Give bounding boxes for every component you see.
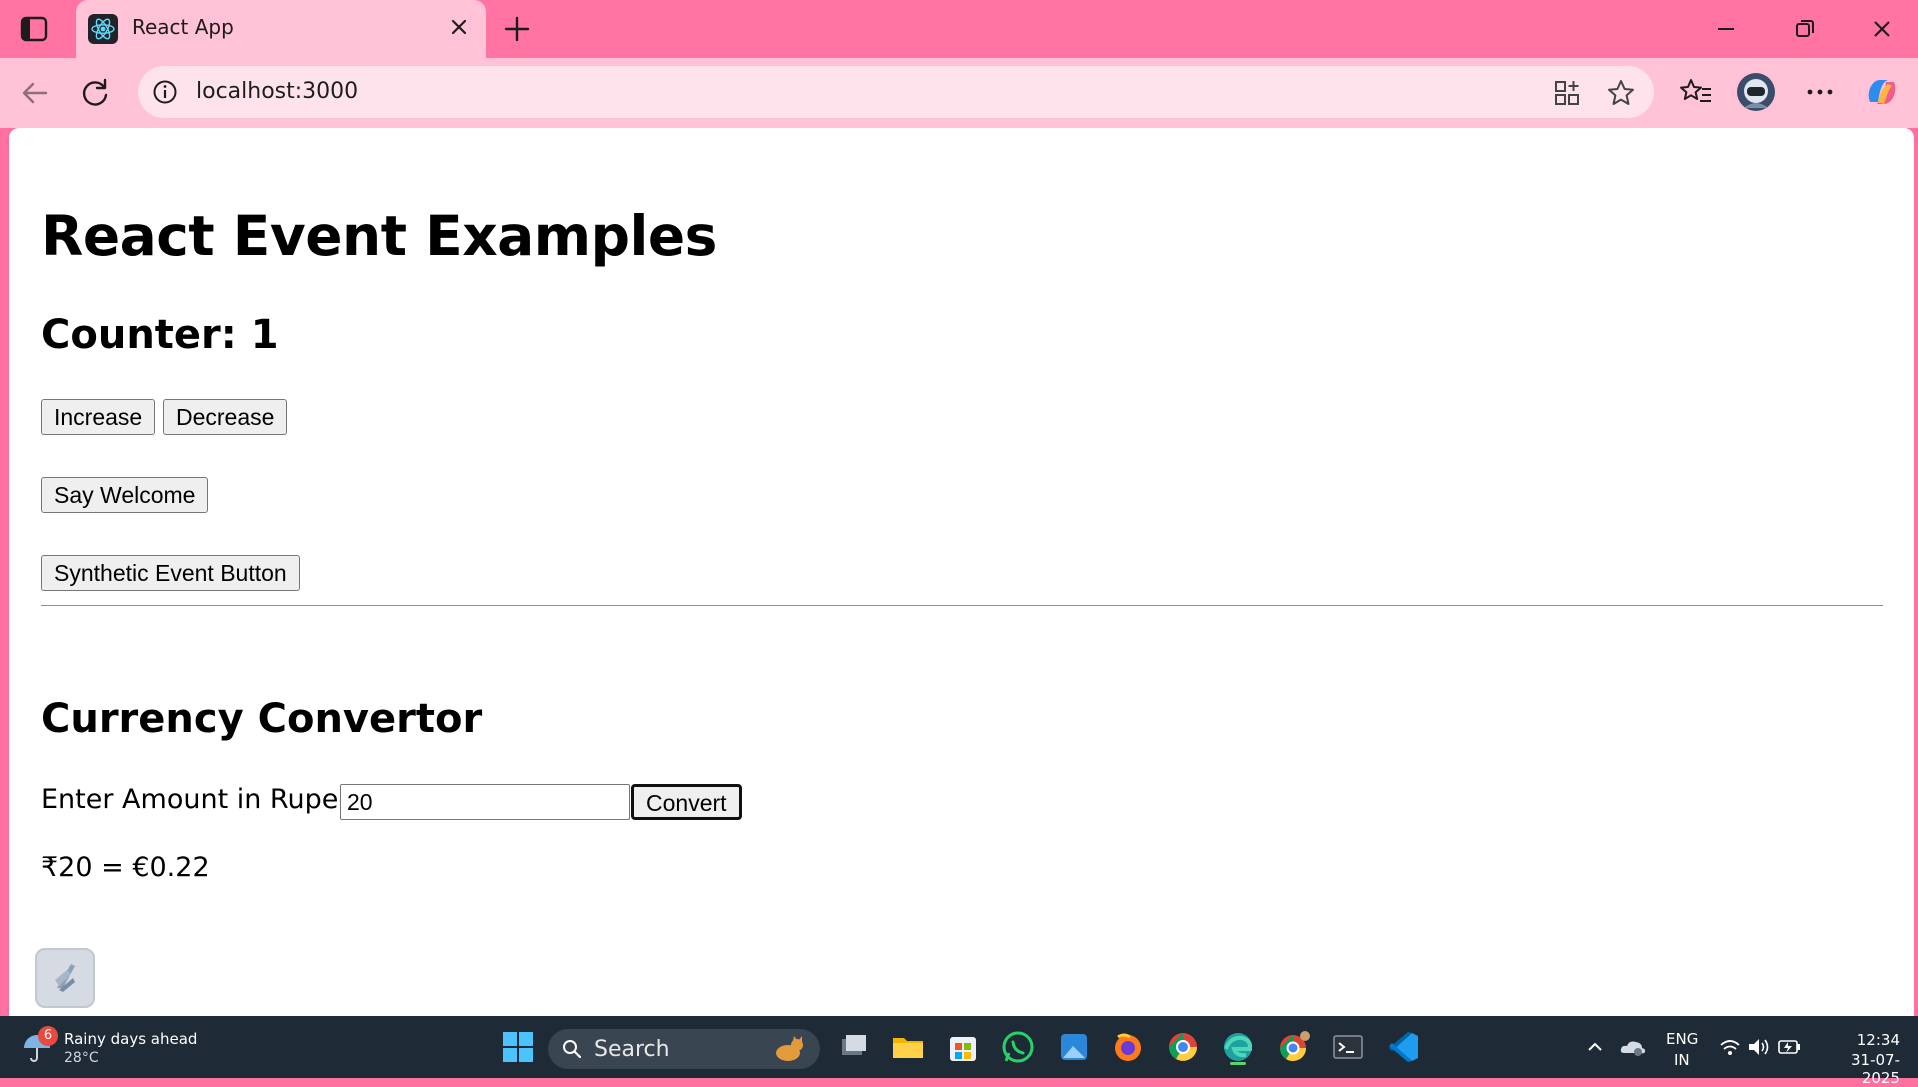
- refresh-icon[interactable]: [74, 72, 116, 114]
- minimize-icon[interactable]: [1704, 12, 1748, 46]
- firefox-icon[interactable]: [1110, 1029, 1146, 1065]
- terminal-icon[interactable]: [1330, 1029, 1366, 1065]
- amount-label: Enter Amount in Rupees:: [41, 784, 379, 815]
- region-indicator: IN: [1674, 1051, 1690, 1069]
- conversion-result: ₹20 = €0.22: [41, 852, 210, 883]
- react-logo-icon: [88, 14, 118, 44]
- restore-icon[interactable]: [1782, 12, 1826, 46]
- address-bar[interactable]: localhost:3000: [138, 66, 1654, 118]
- synthetic-event-button[interactable]: Synthetic Event Button: [41, 555, 300, 591]
- edge-icon[interactable]: [1220, 1029, 1256, 1065]
- vscode-icon[interactable]: [1386, 1029, 1422, 1065]
- currency-heading: Currency Convertor: [41, 696, 483, 742]
- wifi-icon[interactable]: [1718, 1029, 1742, 1065]
- clock-date: 31-07-2025: [1851, 1051, 1900, 1087]
- page-title: React Event Examples: [41, 204, 717, 268]
- windows-start-icon[interactable]: [500, 1029, 536, 1065]
- search-label: Search: [594, 1037, 670, 1062]
- volume-icon[interactable]: [1746, 1029, 1772, 1065]
- photos-app-icon[interactable]: [1056, 1029, 1092, 1065]
- taskbar-search[interactable]: Search: [548, 1029, 820, 1069]
- language-indicator[interactable]: ENG: [1666, 1030, 1698, 1048]
- browser-toolbar: localhost:3000: [0, 58, 1918, 128]
- task-view-icon[interactable]: [836, 1029, 872, 1065]
- cat-highlight-icon: [770, 1035, 806, 1063]
- whatsapp-icon[interactable]: [1000, 1029, 1036, 1065]
- chrome-icon[interactable]: [1165, 1029, 1201, 1065]
- extension-launcher-icon[interactable]: [35, 948, 95, 1008]
- back-arrow-icon[interactable]: [14, 72, 56, 114]
- tab-title: React App: [132, 15, 234, 39]
- tab-actions-icon[interactable]: [18, 14, 50, 44]
- url-text[interactable]: localhost:3000: [196, 79, 358, 104]
- weather-alert-badge: 6: [38, 1026, 58, 1046]
- chevron-up-icon[interactable]: [1582, 1029, 1608, 1065]
- counter-heading: Counter: 1: [41, 312, 279, 358]
- clock-time[interactable]: 12:34: [1840, 1031, 1900, 1049]
- page-content: React Event Examples Counter: 1 Increase…: [9, 128, 1914, 1016]
- decrease-button[interactable]: Decrease: [163, 399, 288, 435]
- favorite-star-icon[interactable]: [1606, 78, 1636, 108]
- app-available-icon[interactable]: [1552, 78, 1582, 108]
- profile-avatar-icon[interactable]: [1736, 72, 1776, 112]
- new-tab-icon[interactable]: [500, 12, 534, 46]
- weather-summary[interactable]: Rainy days ahead: [64, 1030, 197, 1048]
- microsoft-store-icon[interactable]: [945, 1029, 981, 1065]
- onedrive-cloud-icon[interactable]: [1618, 1029, 1648, 1065]
- tab-strip: React App: [0, 0, 1918, 58]
- favorites-icon[interactable]: [1676, 72, 1716, 112]
- divider: [41, 605, 1883, 606]
- site-info-icon[interactable]: [152, 79, 178, 105]
- amount-input[interactable]: [340, 784, 630, 820]
- say-welcome-button[interactable]: Say Welcome: [41, 477, 209, 513]
- close-window-icon[interactable]: [1860, 12, 1904, 46]
- battery-icon[interactable]: [1776, 1029, 1802, 1065]
- increase-button[interactable]: Increase: [41, 399, 156, 435]
- convert-button[interactable]: Convert: [631, 784, 742, 820]
- file-explorer-icon[interactable]: [890, 1029, 926, 1065]
- search-icon: [562, 1039, 582, 1059]
- more-options-icon[interactable]: [1800, 72, 1840, 112]
- copilot-icon[interactable]: [1862, 72, 1902, 112]
- windows-taskbar: 6 Rainy days ahead 28°C Search ENG IN 12…: [0, 1016, 1918, 1087]
- active-tab[interactable]: React App: [76, 0, 486, 58]
- chrome-profile-icon[interactable]: [1276, 1029, 1312, 1065]
- close-tab-icon[interactable]: [446, 14, 472, 40]
- weather-temperature: 28°C: [64, 1050, 99, 1066]
